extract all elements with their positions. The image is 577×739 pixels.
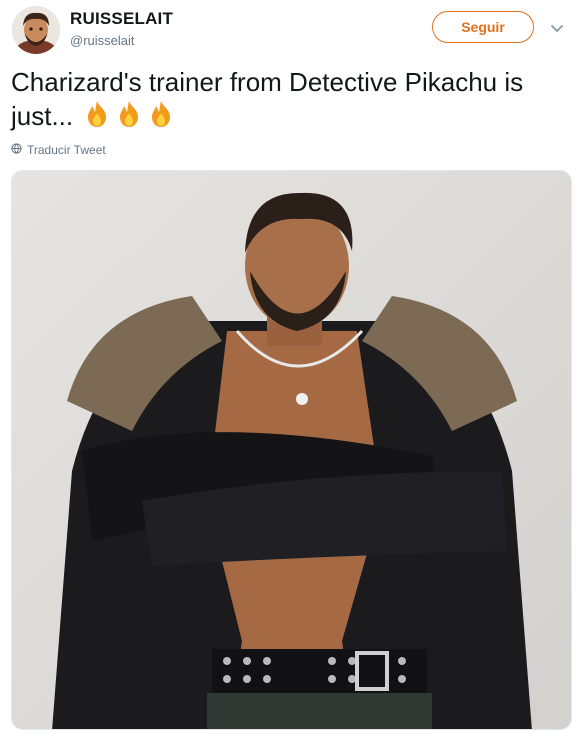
translate-tweet-link[interactable]: Traducir Tweet	[11, 143, 106, 157]
fire-icon	[114, 99, 144, 137]
follow-button[interactable]: Seguir	[432, 11, 534, 43]
fire-icon	[146, 99, 176, 137]
display-name[interactable]: RUISSELAIT	[70, 9, 173, 29]
chevron-down-icon[interactable]	[549, 20, 565, 36]
translate-label: Traducir Tweet	[27, 143, 106, 157]
globe-icon	[11, 143, 22, 157]
tweet-text: Charizard's trainer from Detective Pikac…	[11, 66, 571, 137]
fire-icon	[82, 99, 112, 137]
tweet-image[interactable]	[11, 170, 572, 730]
user-handle[interactable]: @ruisselait	[70, 33, 135, 48]
avatar[interactable]	[12, 6, 60, 54]
